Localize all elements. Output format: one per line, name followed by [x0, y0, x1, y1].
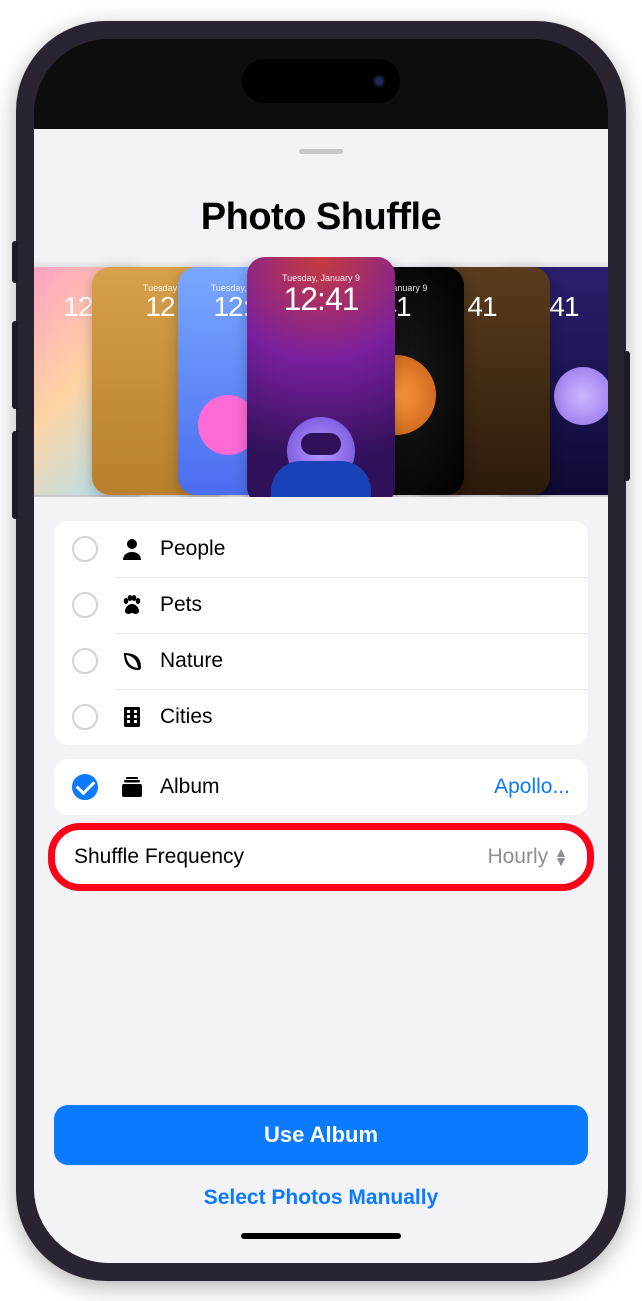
category-label: Cities [160, 705, 570, 729]
frequency-value: Hourly [487, 845, 548, 869]
category-row-pets[interactable]: Pets [54, 577, 588, 633]
page-title: Photo Shuffle [54, 196, 588, 239]
select-photos-manually-button[interactable]: Select Photos Manually [54, 1171, 588, 1225]
radio-unchecked[interactable] [72, 536, 98, 562]
up-down-chevron-icon: ▲▼ [554, 848, 568, 865]
category-label: Nature [160, 649, 570, 673]
phone-device-frame: Photo Shuffle 12 Tuesday12 Tuesday, Janu… [16, 21, 626, 1281]
album-stack-icon [120, 776, 144, 798]
mute-switch [12, 241, 18, 283]
sheet-grabber[interactable] [299, 149, 343, 154]
wallpaper-carousel[interactable]: 12 Tuesday12 Tuesday, January12:41 Tuesd… [34, 257, 608, 497]
radio-checked[interactable] [72, 774, 98, 800]
dynamic-island [242, 59, 400, 103]
album-row[interactable]: Album Apollo... [54, 759, 588, 815]
category-list: People Pets Nature [54, 521, 588, 745]
shuffle-frequency-row[interactable]: Shuffle Frequency Hourly ▲▼ [54, 829, 588, 885]
radio-unchecked[interactable] [72, 648, 98, 674]
radio-unchecked[interactable] [72, 592, 98, 618]
category-row-nature[interactable]: Nature [54, 633, 588, 689]
home-indicator[interactable] [241, 1233, 401, 1239]
leaf-icon [120, 650, 144, 672]
building-icon [120, 706, 144, 728]
volume-up-button [12, 321, 18, 409]
wallpaper-preview-center: Tuesday, January 912:41 [247, 257, 395, 497]
volume-down-button [12, 431, 18, 519]
album-value[interactable]: Apollo... [494, 775, 570, 799]
power-button [624, 351, 630, 481]
paw-icon [120, 594, 144, 616]
phone-screen: Photo Shuffle 12 Tuesday12 Tuesday, Janu… [34, 39, 608, 1263]
album-label: Album [160, 775, 494, 799]
album-group: Album Apollo... [54, 759, 588, 815]
category-row-people[interactable]: People [54, 521, 588, 577]
category-label: Pets [160, 593, 570, 617]
photo-shuffle-sheet: Photo Shuffle 12 Tuesday12 Tuesday, Janu… [34, 137, 608, 1263]
radio-unchecked[interactable] [72, 704, 98, 730]
use-album-button[interactable]: Use Album [54, 1105, 588, 1165]
category-row-cities[interactable]: Cities [54, 689, 588, 745]
category-label: People [160, 537, 570, 561]
person-icon [120, 538, 144, 560]
frequency-label: Shuffle Frequency [74, 845, 487, 869]
